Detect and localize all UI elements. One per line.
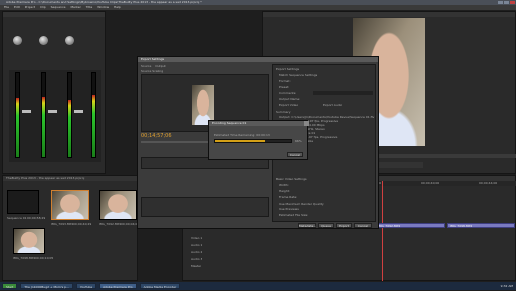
audio-mixer-tabs <box>3 12 105 17</box>
taskbar-task[interactable]: The Jn1000Bug2 + Mom's p... <box>20 283 73 289</box>
export-tabs: Source Output <box>141 64 171 68</box>
track-header-video-1[interactable]: Video 1 <box>191 236 202 240</box>
output-name-label: Output Name: <box>279 97 301 101</box>
match-sequence-checkbox[interactable]: Match Sequence Settings <box>279 73 317 77</box>
timeline-clip[interactable]: IMG_7092.MP4 <box>375 223 445 228</box>
minimize-icon[interactable] <box>498 1 503 4</box>
cancel-export-button[interactable]: Cancel <box>354 223 372 228</box>
encoding-close-icon[interactable] <box>304 121 309 126</box>
tab-source[interactable]: Source <box>141 64 151 68</box>
project-item-duration: 00;00;40;29 <box>73 222 91 226</box>
export-dialog-title-bar: Export Settings <box>138 57 378 62</box>
project-thumb-img7093[interactable] <box>51 190 89 220</box>
taskbar-task[interactable]: Adobe Premiere Pro <box>99 283 137 289</box>
queue-button[interactable]: Queue <box>318 223 334 228</box>
project-item-name: Sequence 01 <box>7 216 27 220</box>
project-item-duration: 00;00;58;29 <box>27 216 45 220</box>
pan-knob-audio-3[interactable] <box>65 36 74 45</box>
playhead[interactable] <box>382 181 383 281</box>
max-render-checkbox[interactable]: Use Maximum Render Quality <box>279 202 324 206</box>
export-queue-list-2 <box>141 197 269 217</box>
comments-label: Comments: <box>279 91 297 95</box>
taskbar-clock: 9:32 AM <box>500 284 513 288</box>
window-title: Adobe Premiere Pro - C:\Documents and Se… <box>6 0 202 4</box>
summary-header: Summary <box>276 110 291 114</box>
export-audio-checkbox[interactable]: Export Audio <box>323 103 342 107</box>
track-header-audio-3[interactable]: Audio 3 <box>191 257 202 261</box>
pan-knob-audio-2[interactable] <box>39 36 48 45</box>
export-timecode: 00;14;57;06 <box>141 133 172 139</box>
level-meter-2 <box>41 72 46 158</box>
menu-help[interactable]: Help <box>114 5 121 9</box>
program-monitor-tabs <box>263 12 515 17</box>
project-item-name: IMG_7098.MP4 <box>13 256 35 260</box>
encoding-progress-bar <box>214 139 292 143</box>
export-button[interactable]: Export <box>336 223 352 228</box>
menu-bar: File Edit Project Clip Sequence Marker T… <box>0 5 516 10</box>
timeline-clip[interactable]: IMG_7098.MP4 <box>447 223 515 228</box>
ruler-tick: 00;00;40;00 <box>421 181 440 185</box>
track-header-master[interactable]: Master <box>191 264 201 268</box>
taskbar-task[interactable]: Adobe Media Encoder <box>139 283 181 289</box>
level-meter-master <box>91 72 96 158</box>
encoding-progress-fill <box>215 140 266 142</box>
menu-clip[interactable]: Clip <box>40 5 46 9</box>
export-video-checkbox[interactable]: Export Video <box>279 103 298 107</box>
project-item-duration: 00;00;10;05 <box>35 256 53 260</box>
export-dialog-title: Export Settings <box>141 57 165 61</box>
pan-knob-audio-1[interactable] <box>13 36 22 45</box>
taskbar: Start The Jn1000Bug2 + Mom's p... YouTub… <box>0 282 516 290</box>
audio-mixer-panel <box>2 11 106 174</box>
start-button[interactable]: Start <box>2 283 18 289</box>
export-preview-frame <box>192 85 214 125</box>
time-remaining-label: Estimated Time Remaining: 00:00:13 <box>214 133 270 137</box>
export-settings-header: Export Settings <box>276 67 300 71</box>
use-previews-checkbox[interactable]: Use Previews <box>279 207 299 211</box>
project-thumb-img7092[interactable] <box>99 190 137 220</box>
project-thumb-img7098[interactable] <box>13 228 45 254</box>
level-meter-1 <box>15 72 20 158</box>
tab-output[interactable]: Output <box>155 64 165 68</box>
width-label: Width: <box>279 183 289 187</box>
menu-project[interactable]: Project <box>25 5 35 9</box>
encoding-dialog-title: Encoding Sequence 01 <box>212 121 247 125</box>
frame-rate-label: Frame Rate: <box>279 195 298 199</box>
maximize-icon[interactable] <box>504 1 509 4</box>
estimated-file-size: Estimated File Size: <box>279 213 309 217</box>
project-item-name: IMG_7093.MP4 <box>51 222 73 226</box>
comments-input[interactable] <box>313 91 373 95</box>
encoding-dialog-title-bar: Encoding Sequence 01 <box>209 121 307 126</box>
cancel-encoding-button[interactable]: Cancel <box>287 152 303 157</box>
project-panel: TheBuilty Plus 2013 - the appear as sad … <box>2 175 139 281</box>
track-header-audio-2[interactable]: Audio 2 <box>191 250 202 254</box>
project-item-name: IMG_7092.MP4 <box>99 222 121 226</box>
close-icon[interactable] <box>510 1 515 4</box>
menu-marker[interactable]: Marker <box>70 5 80 9</box>
project-thumb-sequence[interactable] <box>7 190 39 214</box>
fader-area <box>9 70 101 162</box>
menu-window[interactable]: Window <box>97 5 109 9</box>
fader-audio-1[interactable] <box>22 110 31 113</box>
menu-sequence[interactable]: Sequence <box>51 5 66 9</box>
fader-audio-3[interactable] <box>74 110 83 113</box>
project-panel-tab[interactable]: TheBuilty Plus 2013 - the appear as sad … <box>3 176 137 181</box>
level-meter-3 <box>67 72 72 158</box>
track-header-audio-1[interactable]: Audio 1 <box>191 243 202 247</box>
height-label: Height: <box>279 189 290 193</box>
basic-video-settings-header: Basic Video Settings <box>276 177 307 181</box>
encoding-progress-percent: 66% <box>295 139 302 143</box>
format-label: Format: <box>279 79 291 83</box>
menu-file[interactable]: File <box>4 5 9 9</box>
metadata-button[interactable]: Metadata... <box>298 223 316 228</box>
fader-audio-2[interactable] <box>48 110 57 113</box>
project-title: TheBuilty Plus 2013 - the appear as sad … <box>6 176 85 180</box>
ruler-tick: 00;00;44;00 <box>479 181 498 185</box>
preset-label: Preset: <box>279 85 290 89</box>
menu-title[interactable]: Title <box>86 5 92 9</box>
menu-edit[interactable]: Edit <box>14 5 20 9</box>
source-scaling-label: Source Scaling <box>141 69 164 73</box>
encoding-progress-dialog: Encoding Sequence 01 Estimated Time Rema… <box>208 120 309 160</box>
taskbar-task[interactable]: YouTube <box>75 283 97 289</box>
